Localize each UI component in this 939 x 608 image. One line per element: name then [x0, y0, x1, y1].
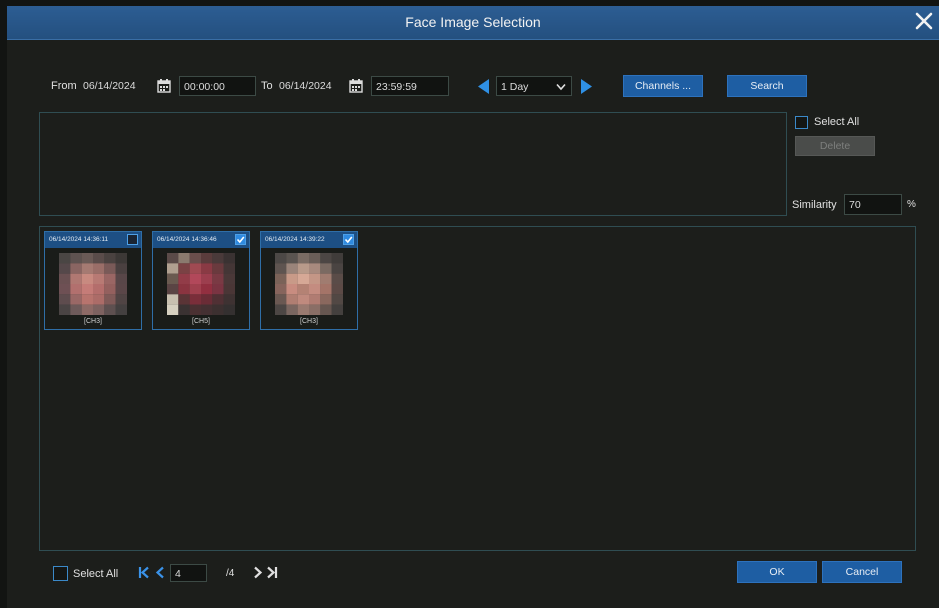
previous-day-arrow-icon[interactable] [476, 78, 490, 95]
face-thumbnail [167, 253, 235, 315]
result-card-header: 06/14/2024 14:36:46 [153, 232, 249, 248]
result-channel: [CH5] [192, 318, 210, 325]
search-button[interactable]: Search [727, 75, 807, 97]
delete-button[interactable]: Delete [795, 136, 875, 156]
result-timestamp: 06/14/2024 14:36:46 [157, 236, 217, 243]
to-date-field[interactable]: 06/14/2024 [276, 75, 346, 95]
result-timestamp: 06/14/2024 14:36:11 [49, 236, 109, 243]
similarity-label: Similarity [792, 199, 837, 211]
to-label: To [261, 80, 273, 92]
from-time-field[interactable]: 00:00:00 [179, 76, 256, 96]
result-checkbox[interactable] [235, 234, 246, 245]
result-checkbox[interactable] [343, 234, 354, 245]
page-total: /4 [226, 568, 235, 579]
next-page-icon[interactable] [253, 566, 263, 579]
close-icon[interactable] [913, 10, 935, 32]
similarity-unit: % [907, 199, 916, 210]
title-bar: Face Image Selection [7, 6, 939, 40]
next-day-arrow-icon[interactable] [580, 78, 594, 95]
range-select[interactable]: 1 Day [496, 76, 572, 96]
checkmark-icon [236, 236, 245, 244]
select-all-checkbox-top[interactable] [795, 116, 808, 129]
face-result-card[interactable]: 06/14/2024 14:36:11 [CH3] [44, 231, 142, 330]
cancel-button[interactable]: Cancel [822, 561, 902, 583]
result-card-header: 06/14/2024 14:36:11 [45, 232, 141, 248]
select-all-label-top: Select All [814, 116, 860, 128]
result-checkbox[interactable] [127, 234, 138, 245]
target-image-panel [39, 112, 787, 216]
similarity-input[interactable]: 70 [844, 194, 902, 215]
to-time-field[interactable]: 23:59:59 [371, 76, 449, 96]
face-result-card[interactable]: 06/14/2024 14:39:22 [CH3] [260, 231, 358, 330]
calendar-icon[interactable] [349, 79, 363, 93]
page-number-input[interactable]: 4 [170, 564, 207, 582]
result-timestamp: 06/14/2024 14:39:22 [265, 236, 325, 243]
face-result-card[interactable]: 06/14/2024 14:36:46 [CH5] [152, 231, 250, 330]
select-all-label-bottom: Select All [73, 568, 119, 580]
select-all-checkbox-bottom[interactable] [53, 566, 68, 581]
result-channel: [CH3] [84, 318, 102, 325]
face-thumbnail [275, 253, 343, 315]
calendar-icon[interactable] [157, 79, 171, 93]
chevron-down-icon [556, 83, 566, 91]
first-page-icon[interactable] [138, 566, 150, 579]
face-thumbnail [59, 253, 127, 315]
previous-page-icon[interactable] [155, 566, 165, 579]
from-label: From [51, 80, 77, 92]
checkmark-icon [344, 236, 353, 244]
channels-button[interactable]: Channels ... [623, 75, 703, 97]
from-date-field[interactable]: 06/14/2024 [80, 75, 150, 95]
last-page-icon[interactable] [266, 566, 278, 579]
range-select-value: 1 Day [501, 81, 529, 93]
dialog-title: Face Image Selection [405, 14, 541, 30]
result-card-header: 06/14/2024 14:39:22 [261, 232, 357, 248]
ok-button[interactable]: OK [737, 561, 817, 583]
result-channel: [CH3] [300, 318, 318, 325]
